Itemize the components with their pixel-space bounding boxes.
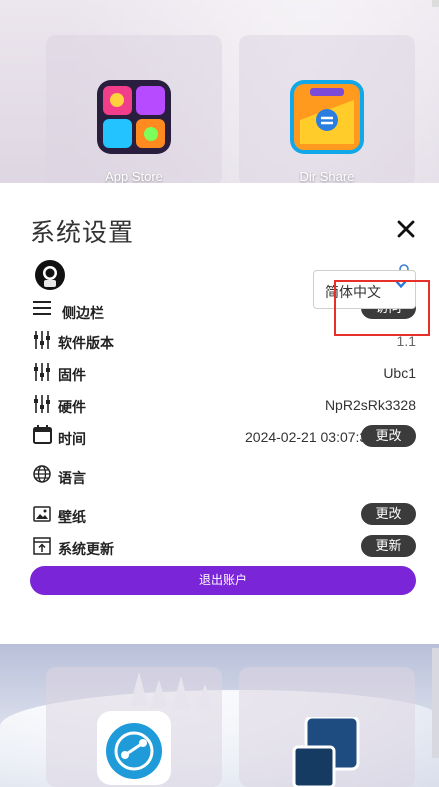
close-icon[interactable] xyxy=(394,217,418,241)
avatar[interactable] xyxy=(35,260,65,290)
software-version-label: 软件版本 xyxy=(58,335,114,351)
image-icon xyxy=(33,505,51,523)
firmware-label: 固件 xyxy=(58,367,86,383)
app-store-icon xyxy=(97,80,171,154)
app-label: App Store xyxy=(105,169,163,184)
globe-icon xyxy=(33,465,51,483)
scrollbar-top[interactable] xyxy=(432,0,439,7)
page-title: 系统设置 xyxy=(30,219,135,247)
sidebar-label: 侧边栏 xyxy=(62,305,104,321)
change-time-button[interactable]: 更改 xyxy=(361,425,416,447)
time-label: 时间 xyxy=(58,431,86,447)
app-label: Dir Share xyxy=(299,169,355,184)
network-app-icon xyxy=(97,711,171,785)
app-tile-dir-share[interactable]: Dir Share xyxy=(239,35,415,187)
menu-icon xyxy=(33,299,51,317)
system-update-icon xyxy=(33,537,51,555)
sliders-icon xyxy=(33,363,51,381)
dir-share-icon xyxy=(290,80,364,154)
logout-button[interactable]: 退出账户 xyxy=(30,566,416,595)
scrollbar[interactable] xyxy=(432,648,439,758)
firmware-value: Ubc1 xyxy=(383,365,416,381)
time-value: 2024-02-21 03:07:31 xyxy=(245,429,375,445)
language-label: 语言 xyxy=(58,470,86,486)
system-update-label: 系统更新 xyxy=(58,541,114,557)
sliders-icon xyxy=(33,395,51,413)
wallpaper-label: 壁纸 xyxy=(58,509,86,525)
app-tile-app-store[interactable]: App Store xyxy=(46,35,222,187)
sliders-icon xyxy=(33,331,51,349)
update-button[interactable]: 更新 xyxy=(361,535,416,557)
hardware-value: NpR2sRk3328 xyxy=(324,397,416,413)
hardware-label: 硬件 xyxy=(58,399,86,415)
settings-panel: 系统设置 侧边栏 访问 软件版本 1.1 固件 Ubc1 硬件 NpR xyxy=(0,183,439,644)
app-tile[interactable] xyxy=(46,667,222,787)
app-tile[interactable] xyxy=(239,667,415,787)
change-wallpaper-button[interactable]: 更改 xyxy=(361,503,416,525)
calendar-icon xyxy=(33,425,52,444)
window-app-icon xyxy=(290,715,364,787)
highlight-box xyxy=(334,280,430,336)
